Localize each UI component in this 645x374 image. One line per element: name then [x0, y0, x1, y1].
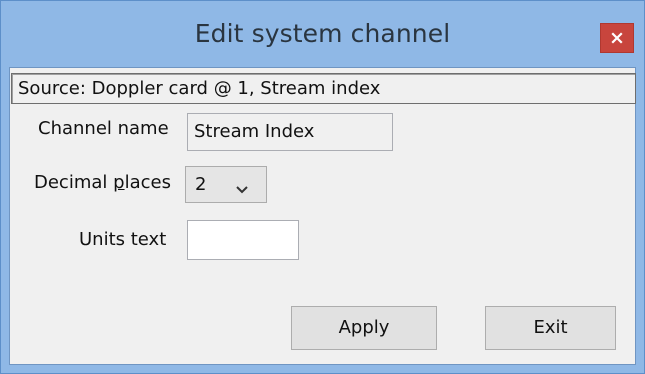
window-title: Edit system channel	[194, 19, 451, 48]
decimal-places-label-end: laces	[124, 172, 171, 193]
decimal-places-value: 2	[195, 174, 207, 195]
decimal-places-label-accelerator: p	[113, 172, 125, 193]
decimal-places-label-start: Decimal	[34, 172, 114, 193]
chevron-down-icon	[235, 179, 249, 200]
source-info: Source: Doppler card @ 1, Stream index	[11, 73, 636, 104]
close-button[interactable]	[600, 23, 634, 53]
units-text-label: Units text	[79, 229, 167, 250]
units-text-field[interactable]	[187, 220, 299, 260]
exit-button[interactable]: Exit	[485, 306, 616, 350]
title-bar[interactable]: Edit system channel	[1, 1, 644, 67]
channel-name-field[interactable]: Stream Index	[187, 113, 393, 151]
decimal-places-select[interactable]: 2	[185, 166, 267, 203]
apply-button[interactable]: Apply	[291, 306, 437, 350]
close-icon	[611, 32, 623, 44]
dialog-window: Edit system channel Source: Doppler card…	[0, 0, 645, 374]
channel-name-label: Channel name	[38, 118, 169, 139]
decimal-places-label: Decimal places	[34, 172, 171, 193]
